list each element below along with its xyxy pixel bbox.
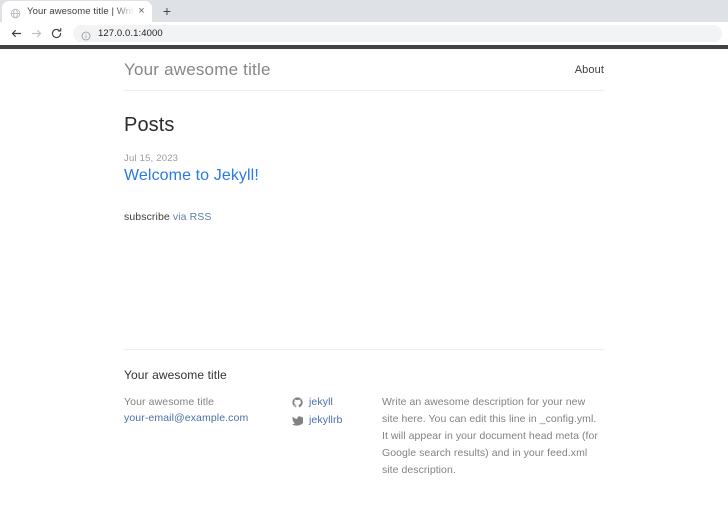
footer-description-column: Write an awesome description for your ne… (382, 394, 604, 479)
page-wrapper: Your awesome title About Posts Jul 15, 2… (124, 49, 604, 479)
twitter-icon (292, 415, 303, 426)
address-bar-url[interactable]: 127.0.0.1:4000 (98, 28, 163, 39)
footer-heading: Your awesome title (124, 368, 604, 382)
site-header: Your awesome title About (124, 49, 604, 91)
social-link-github[interactable]: jekyll (292, 394, 382, 410)
browser-tab-strip: Your awesome title | Write an a × + (0, 0, 728, 22)
address-bar[interactable]: 127.0.0.1:4000 (73, 25, 722, 42)
contact-email-link[interactable]: your-email@example.com (124, 412, 248, 424)
social-name-github[interactable]: jekyll (309, 394, 333, 410)
browser-tab-title: Your awesome title | Write an a (27, 6, 135, 17)
nav-link-about[interactable]: About (575, 64, 604, 76)
globe-icon (10, 6, 21, 17)
footer-contact-column: Your awesome title your-email@example.co… (124, 394, 292, 427)
post-date: Jul 15, 2023 (124, 153, 604, 164)
social-link-twitter[interactable]: jekyllrb (292, 412, 382, 428)
arrow-right-icon (26, 23, 46, 43)
site-description: Write an awesome description for your ne… (382, 394, 604, 479)
rss-subscribe-link[interactable]: via RSS (173, 211, 212, 223)
arrow-left-icon[interactable] (6, 23, 26, 43)
site-title[interactable]: Your awesome title (124, 60, 271, 80)
page-title: Posts (124, 114, 604, 137)
footer-social-column: jekyll jekyllrb (292, 394, 382, 431)
rss-subscribe-prefix: subscribe (124, 211, 170, 223)
info-circle-icon[interactable] (81, 28, 91, 38)
reload-icon[interactable] (46, 23, 66, 43)
plus-icon[interactable]: + (154, 1, 180, 22)
close-icon[interactable]: × (135, 5, 148, 18)
social-name-twitter[interactable]: jekyllrb (309, 412, 342, 428)
site-nav: About (575, 64, 604, 76)
contact-name: Your awesome title (124, 394, 292, 410)
footer-columns: Your awesome title your-email@example.co… (124, 394, 604, 479)
site-footer: Your awesome title Your awesome title yo… (124, 349, 604, 479)
browser-window: Your awesome title | Write an a × + (0, 0, 728, 511)
page-viewport: Your awesome title About Posts Jul 15, 2… (0, 45, 728, 511)
browser-toolbar: 127.0.0.1:4000 (0, 22, 728, 45)
rss-subscribe: subscribe via RSS (124, 211, 604, 223)
page-content: Posts Jul 15, 2023 Welcome to Jekyll! su… (124, 91, 604, 349)
list-item: Jul 15, 2023 Welcome to Jekyll! (124, 153, 604, 185)
post-list: Jul 15, 2023 Welcome to Jekyll! (124, 153, 604, 185)
social-list: jekyll jekyllrb (292, 394, 382, 429)
github-icon (292, 397, 303, 408)
list-item: your-email@example.com (124, 410, 292, 426)
browser-tab-active[interactable]: Your awesome title | Write an a × (2, 1, 152, 22)
contact-list: Your awesome title your-email@example.co… (124, 394, 292, 427)
post-link[interactable]: Welcome to Jekyll! (124, 167, 604, 185)
